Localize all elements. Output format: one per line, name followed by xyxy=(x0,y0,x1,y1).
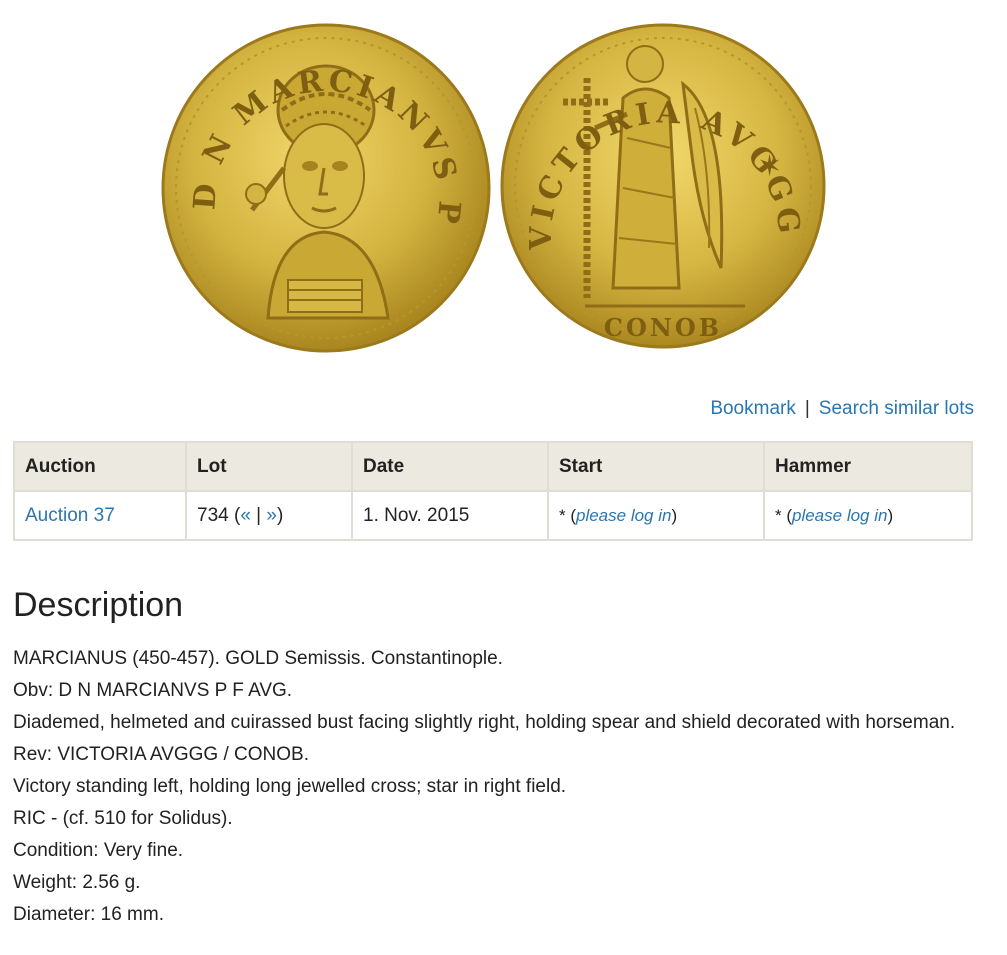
description-line: Obv: D N MARCIANVS P F AVG. xyxy=(13,680,293,701)
lot-actions: Bookmark | Search similar lots xyxy=(710,398,974,420)
lot-info-table: Auction Lot Date Start Hammer Auction 37… xyxy=(13,441,973,541)
hammer-login-link[interactable]: please log in xyxy=(792,506,887,525)
search-similar-lots-link[interactable]: Search similar lots xyxy=(819,398,974,419)
lot-paren-close: ) xyxy=(276,504,284,526)
header-start: Start xyxy=(547,441,765,492)
description-line: RIC - (cf. 510 for Solidus). xyxy=(13,808,233,829)
coin-images: D N MARCIANVS P F AVG ✶ VICTORIA AVGG xyxy=(0,0,1007,390)
start-suffix: ) xyxy=(671,505,678,525)
hammer-prefix: * ( xyxy=(775,505,792,525)
description-body: MARCIANUS (450-457). GOLD Semissis. Cons… xyxy=(13,643,973,931)
previous-lot-link[interactable]: « xyxy=(240,505,251,526)
exergue-legend: CONOB xyxy=(604,313,722,342)
lot-nav-separator: | xyxy=(250,504,267,526)
start-prefix: * ( xyxy=(559,505,576,525)
header-lot: Lot xyxy=(185,441,353,492)
auction-link[interactable]: Auction 37 xyxy=(25,505,115,526)
description-line: Diademed, helmeted and cuirassed bust fa… xyxy=(13,712,956,733)
description-line: MARCIANUS (450-457). GOLD Semissis. Cons… xyxy=(13,648,503,669)
description-line: Condition: Very fine. xyxy=(13,840,184,861)
start-login-link[interactable]: please log in xyxy=(576,506,671,525)
bookmark-link[interactable]: Bookmark xyxy=(710,398,796,419)
cell-lot: 734 (« | ») xyxy=(185,490,353,541)
cell-auction: Auction 37 xyxy=(13,490,187,541)
lot-number: 734 xyxy=(197,504,229,526)
description-line: Rev: VICTORIA AVGGG / CONOB. xyxy=(13,744,309,765)
cell-hammer: * (please log in) xyxy=(763,490,973,541)
table-header-row: Auction Lot Date Start Hammer xyxy=(13,441,973,492)
header-hammer: Hammer xyxy=(763,441,973,492)
description-line: Victory standing left, holding long jewe… xyxy=(13,776,567,797)
cell-start: * (please log in) xyxy=(547,490,765,541)
coin-obverse-image[interactable]: D N MARCIANVS P F AVG xyxy=(156,18,496,358)
next-lot-link[interactable]: » xyxy=(266,505,277,526)
header-date: Date xyxy=(351,441,549,492)
cell-date: 1. Nov. 2015 xyxy=(351,490,549,541)
description-line: Weight: 2.56 g. xyxy=(13,872,141,893)
table-row: Auction 37 734 (« | ») 1. Nov. 2015 * (p… xyxy=(13,490,973,541)
hammer-suffix: ) xyxy=(887,505,894,525)
coin-reverse-image[interactable]: ✶ VICTORIA AVGGG CONOB xyxy=(495,18,831,354)
lot-paren-open: ( xyxy=(228,504,241,526)
actions-separator: | xyxy=(804,398,810,419)
description-heading: Description xyxy=(13,586,184,624)
description-line: Diameter: 16 mm. xyxy=(13,904,164,925)
header-auction: Auction xyxy=(13,441,187,492)
